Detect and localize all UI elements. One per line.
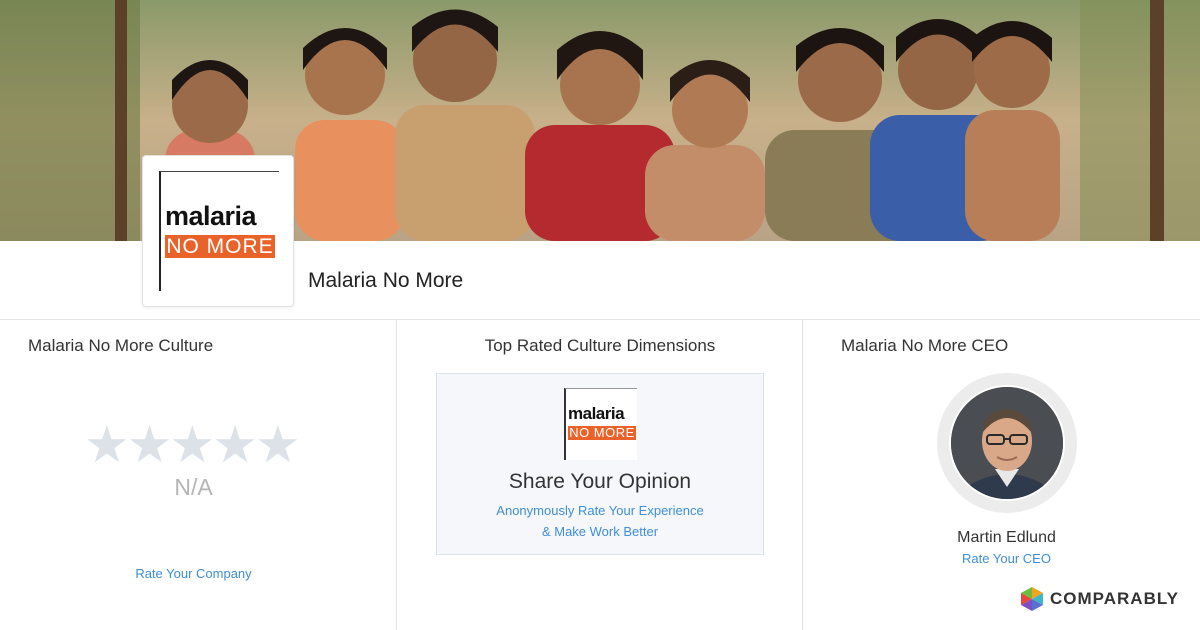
dimensions-panel: Top Rated Culture Dimensions malaria NO …	[397, 320, 803, 630]
ceo-photo	[949, 385, 1065, 501]
ceo-panel: Malaria No More CEO Martin Edlund Rate Y…	[803, 320, 1200, 630]
logo-frame: malaria NO MORE	[159, 171, 279, 291]
star-icon[interactable]: ★	[212, 416, 258, 473]
comparably-brand[interactable]: COMPARABLY	[1019, 586, 1179, 612]
page-title[interactable]: Malaria No More	[308, 269, 463, 293]
rate-company-link[interactable]: Rate Your Company	[0, 566, 387, 581]
rate-ceo-link[interactable]: Rate Your CEO	[803, 551, 1200, 566]
share-opinion-title: Share Your Opinion	[508, 470, 692, 493]
culture-title: Malaria No More Culture	[28, 336, 214, 355]
share-opinion-card[interactable]: malaria NO MORE Share Your Opinion Anony…	[436, 373, 764, 555]
ceo-avatar[interactable]	[937, 373, 1077, 513]
ceo-title: Malaria No More CEO	[841, 336, 1009, 355]
star-icon[interactable]: ★	[169, 416, 215, 473]
share-opinion-subtitle[interactable]: Anonymously Rate Your Experience & Make …	[437, 500, 763, 542]
card-company-logo: malaria NO MORE	[564, 388, 637, 460]
ceo-name[interactable]: Martin Edlund	[803, 529, 1200, 547]
comparably-wordmark: COMPARABLY	[1050, 589, 1180, 608]
dimensions-title: Top Rated Culture Dimensions	[484, 336, 716, 355]
culture-panel: Malaria No More Culture ★★★★★ N/A Rate Y…	[0, 320, 397, 630]
logo-tagline: NO MORE	[165, 235, 275, 258]
culture-score: N/A	[174, 474, 213, 500]
star-icon[interactable]: ★	[127, 416, 173, 473]
card-logo-wordmark: malaria	[568, 404, 625, 423]
comparably-logo-icon	[1021, 587, 1043, 611]
star-rating[interactable]: ★★★★★	[84, 419, 301, 470]
share-subtitle-line1[interactable]: Anonymously Rate Your Experience	[437, 500, 763, 521]
card-logo-tagline: NO MORE	[568, 425, 636, 440]
share-subtitle-line2[interactable]: & Make Work Better	[437, 521, 763, 542]
logo-wordmark: malaria	[165, 201, 257, 231]
star-icon[interactable]: ★	[84, 416, 130, 473]
star-icon[interactable]: ★	[255, 416, 301, 473]
company-logo[interactable]: malaria NO MORE	[142, 155, 294, 307]
